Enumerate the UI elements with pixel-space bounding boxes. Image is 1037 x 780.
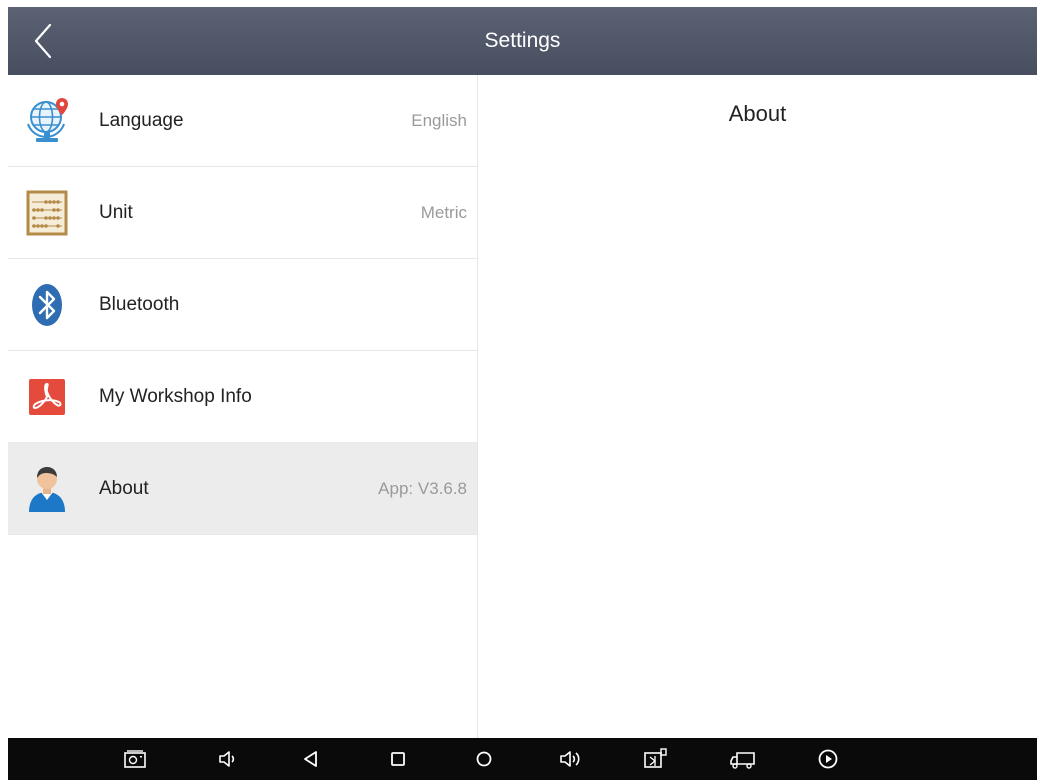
back-nav-button[interactable] xyxy=(296,744,326,774)
detail-title: About xyxy=(728,101,787,126)
home-button[interactable] xyxy=(469,744,499,774)
bluetooth-icon xyxy=(24,280,70,330)
chevron-left-icon xyxy=(34,23,52,59)
settings-item-label: Bluetooth xyxy=(99,293,180,315)
settings-item-label: About xyxy=(99,477,149,499)
volume-down-icon xyxy=(219,751,235,767)
title-bar: Settings xyxy=(8,7,1037,75)
system-nav-bar xyxy=(8,738,1037,780)
truck-button[interactable] xyxy=(728,744,758,774)
settings-item-unit[interactable]: Unit Metric xyxy=(8,167,477,259)
play-button[interactable] xyxy=(813,744,843,774)
settings-item-label: My Workshop Info xyxy=(99,385,252,407)
abacus-icon xyxy=(24,188,70,238)
camera-icon xyxy=(124,750,146,768)
volume-down-button[interactable] xyxy=(212,744,242,774)
settings-item-value: Metric xyxy=(420,202,467,222)
screenshot-button[interactable] xyxy=(120,744,150,774)
detail-panel: About xyxy=(478,75,1037,738)
settings-item-value: App: V3.6.8 xyxy=(378,478,467,498)
volume-up-button[interactable] xyxy=(555,744,585,774)
vci-button[interactable] xyxy=(640,744,670,774)
settings-list: Language English Unit Metric Bluetooth M… xyxy=(8,75,478,738)
vci-connector-icon xyxy=(644,748,667,768)
page-title: Settings xyxy=(484,29,561,52)
settings-item-about[interactable]: About App: V3.6.8 xyxy=(8,443,477,535)
truck-icon xyxy=(730,752,755,769)
back-triangle-icon xyxy=(304,751,317,767)
settings-item-workshop[interactable]: My Workshop Info xyxy=(8,351,477,443)
pdf-icon xyxy=(24,372,70,422)
settings-item-label: Language xyxy=(99,109,184,131)
square-icon xyxy=(391,752,405,766)
settings-item-label: Unit xyxy=(99,201,133,223)
play-circle-icon xyxy=(818,749,838,769)
globe-pin-icon xyxy=(24,96,70,146)
back-button[interactable] xyxy=(18,17,66,65)
settings-screen: Settings Language English Unit Metric Bl… xyxy=(0,0,1037,780)
status-strip xyxy=(0,0,1037,7)
volume-up-icon xyxy=(560,751,580,767)
circle-icon xyxy=(476,751,492,767)
user-icon xyxy=(24,464,70,514)
settings-item-language[interactable]: Language English xyxy=(8,75,477,167)
settings-item-bluetooth[interactable]: Bluetooth xyxy=(8,259,477,351)
settings-item-value: English xyxy=(411,110,467,130)
recents-button[interactable] xyxy=(383,744,413,774)
